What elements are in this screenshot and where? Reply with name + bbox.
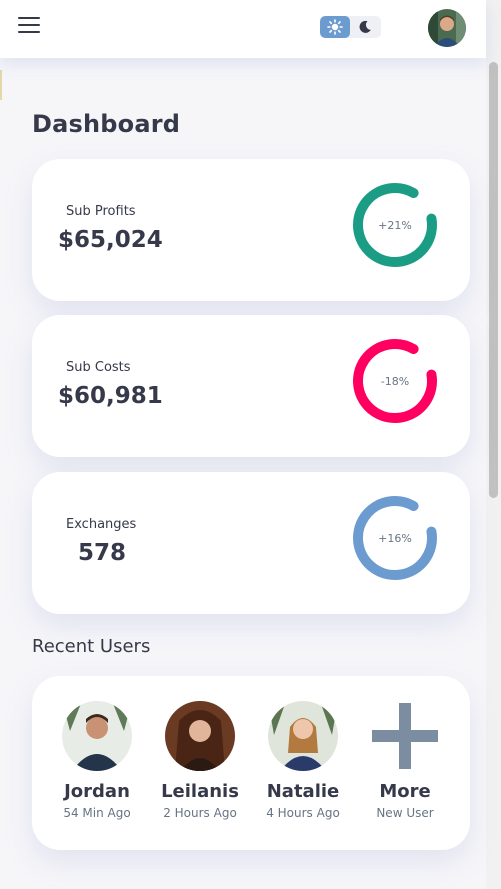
- theme-toggle[interactable]: [320, 16, 381, 38]
- stat-value: $60,981: [58, 383, 163, 409]
- profile-avatar[interactable]: [428, 9, 466, 47]
- user-avatar: [165, 701, 235, 771]
- stat-percent: +16%: [378, 531, 412, 545]
- user-avatar: [62, 701, 132, 771]
- user-item-jordan[interactable]: Jordan 54 Min Ago: [47, 701, 147, 820]
- progress-ring: +21%: [352, 182, 438, 268]
- stat-value: $65,024: [58, 227, 163, 253]
- stat-percent: -18%: [380, 374, 410, 388]
- stat-label: Sub Costs: [66, 360, 131, 375]
- stat-card-exchanges: Exchanges 578 +16%: [32, 472, 470, 614]
- stat-label: Sub Profits: [66, 204, 136, 219]
- light-mode-icon[interactable]: [320, 16, 350, 38]
- user-time: 2 Hours Ago: [163, 806, 237, 820]
- dark-mode-icon[interactable]: [350, 16, 380, 38]
- progress-ring: +16%: [352, 495, 438, 581]
- more-sub-label: New User: [376, 806, 434, 820]
- user-name: Jordan: [64, 781, 130, 802]
- stat-label: Exchanges: [66, 517, 137, 532]
- more-users-button[interactable]: More New User: [355, 701, 455, 820]
- user-avatar: [268, 701, 338, 771]
- user-time: 54 Min Ago: [63, 806, 131, 820]
- add-icon: [370, 701, 440, 771]
- user-item-leilanis[interactable]: Leilanis 2 Hours Ago: [150, 701, 250, 820]
- user-name: Natalie: [266, 781, 340, 802]
- more-label: More: [379, 781, 431, 802]
- page-title: Dashboard: [32, 110, 181, 138]
- user-time: 4 Hours Ago: [266, 806, 340, 820]
- recent-users-title: Recent Users: [32, 636, 151, 657]
- stat-percent: +21%: [378, 218, 412, 232]
- user-item-natalie[interactable]: Natalie 4 Hours Ago: [253, 701, 353, 820]
- stat-value: 578: [78, 540, 127, 566]
- stat-card-costs: Sub Costs $60,981 -18%: [32, 315, 470, 457]
- menu-icon[interactable]: [18, 17, 40, 35]
- stat-card-profits: Sub Profits $65,024 +21%: [32, 159, 470, 301]
- progress-ring: -18%: [352, 338, 438, 424]
- user-name: Leilanis: [161, 781, 239, 802]
- left-edge-marker: [0, 70, 2, 100]
- scrollbar-track[interactable]: [486, 0, 501, 889]
- recent-users-card: Jordan 54 Min Ago Leilanis 2 Hours Ago N…: [32, 676, 470, 850]
- scrollbar-thumb[interactable]: [489, 62, 498, 498]
- top-bar: [0, 0, 486, 58]
